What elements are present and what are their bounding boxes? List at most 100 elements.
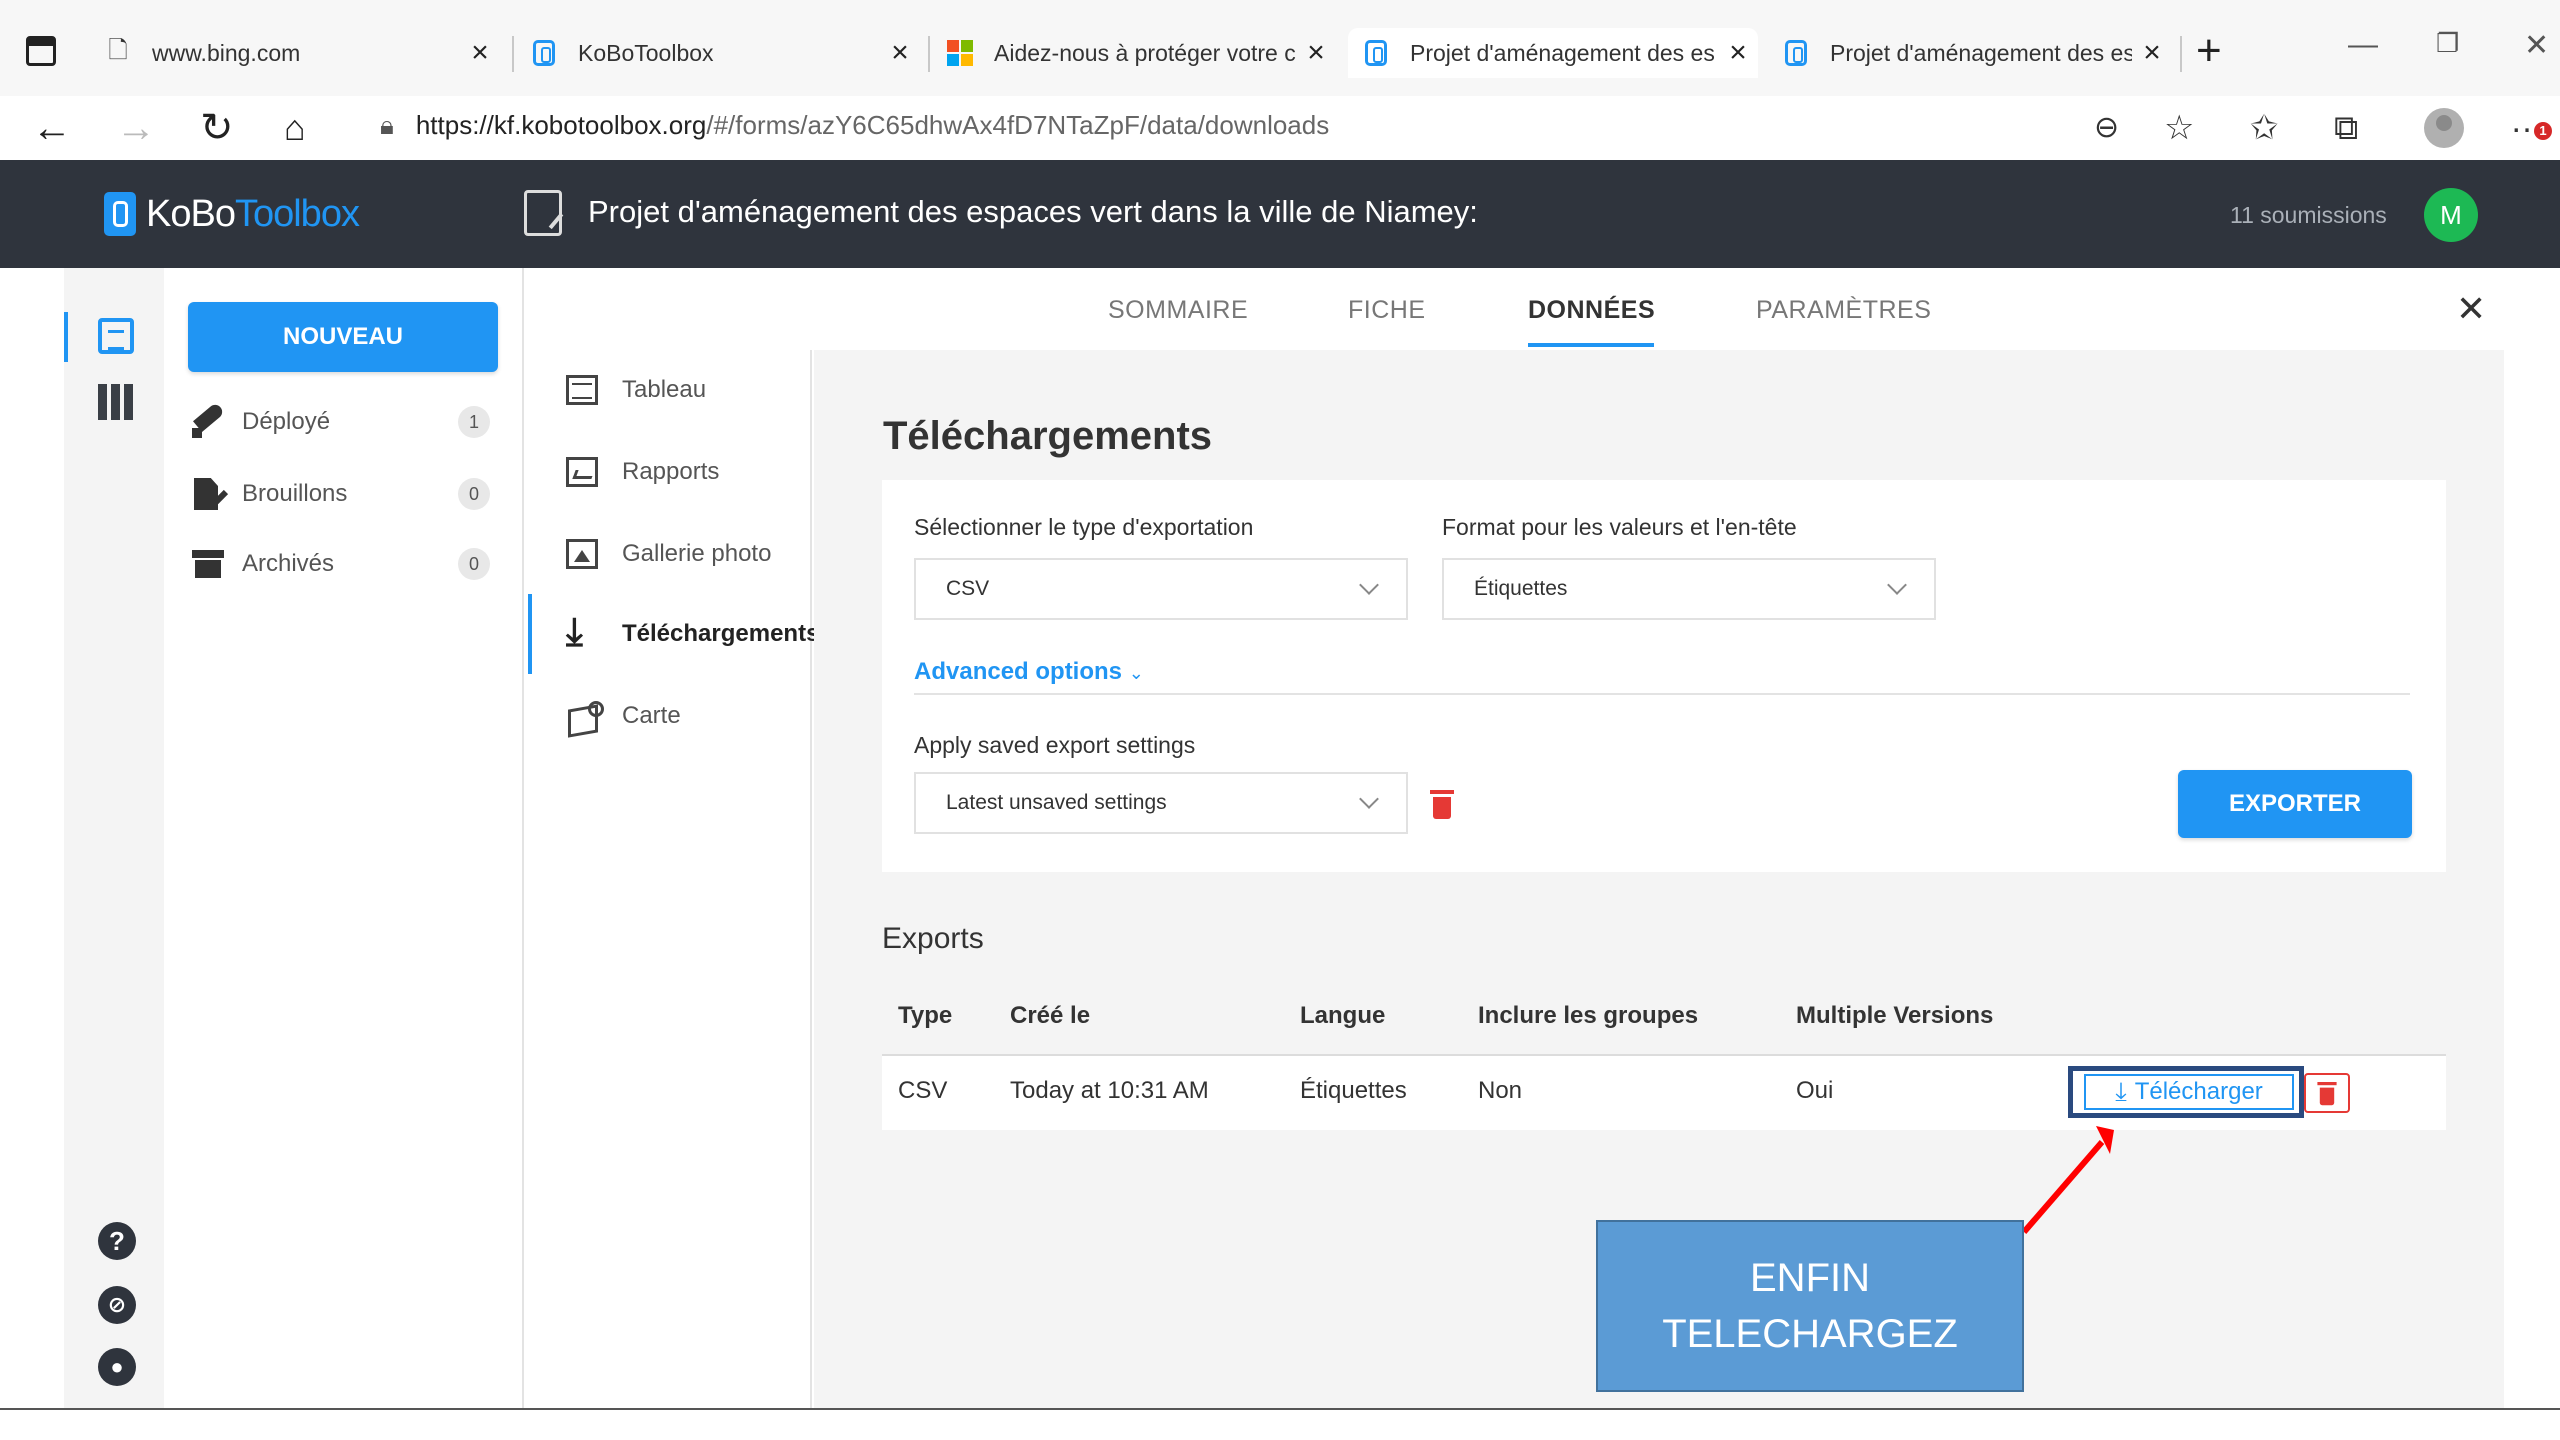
lock-icon: 🔒︎	[380, 110, 394, 140]
submissions-count: 11 soumissions	[2230, 202, 2387, 228]
page-icon: 🗋	[108, 36, 128, 64]
browser-tab-bing[interactable]: 🗋 www.bing.com ×	[104, 28, 500, 78]
report-chart-icon	[566, 457, 598, 487]
subnav-item-map[interactable]: Carte	[566, 696, 681, 736]
trash-icon[interactable]	[1430, 790, 1454, 820]
project-title: Projet d'aménagement des espaces vert da…	[588, 194, 1478, 229]
chevron-down-icon	[1359, 789, 1379, 809]
subnav-item-table[interactable]: Tableau	[566, 370, 706, 410]
select-value: Latest unsaved settings	[946, 791, 1167, 814]
sidebar-item-deployed[interactable]: Déployé 1	[190, 402, 490, 442]
tab-actions-icon[interactable]	[26, 36, 56, 66]
format-label: Format pour les valeurs et l'en-tête	[1442, 514, 1797, 540]
new-project-button[interactable]: NOUVEAU	[188, 302, 498, 372]
refresh-icon[interactable]: ↻	[200, 104, 234, 152]
draft-edit-icon	[190, 476, 226, 512]
browser-tab-microsoft[interactable]: Aidez-nous à protéger votre c ×	[946, 28, 1336, 78]
new-tab-plus-icon[interactable]: +	[2196, 26, 2222, 76]
divider	[914, 693, 2410, 695]
chevron-down-icon	[1887, 575, 1907, 595]
kobotoolbox-logo[interactable]: KoBo Toolbox	[104, 192, 360, 236]
annotation-callout: ENFIN TELECHARGEZ	[1596, 1220, 2024, 1392]
profile-avatar-icon[interactable]	[2424, 108, 2464, 148]
active-tab-underline	[1528, 343, 1654, 347]
select-value: Étiquettes	[1474, 577, 1568, 600]
subnav-item-gallery[interactable]: Gallerie photo	[566, 534, 771, 574]
user-avatar[interactable]: M	[2424, 188, 2478, 242]
column-header-type: Type	[898, 1002, 953, 1029]
close-icon[interactable]: ×	[1718, 36, 1758, 70]
library-icon[interactable]	[98, 384, 134, 420]
close-icon[interactable]: ×	[1296, 36, 1336, 70]
delete-export-button[interactable]	[2304, 1073, 2350, 1113]
tab-separator	[2180, 36, 2182, 72]
advanced-options-link[interactable]: Advanced options ⌄	[914, 658, 1144, 686]
subnav-item-reports[interactable]: Rapports	[566, 452, 719, 492]
column-header-created: Créé le	[1010, 1002, 1091, 1029]
github-icon[interactable]: ●	[98, 1348, 136, 1386]
close-icon[interactable]: ×	[2132, 36, 2172, 70]
export-type-select[interactable]: CSV	[914, 558, 1408, 620]
subnav-item-downloads[interactable]: Téléchargements	[566, 613, 820, 654]
help-icon[interactable]: ?	[98, 1222, 136, 1260]
tab-summary[interactable]: SOMMAIRE	[1108, 296, 1248, 325]
column-header-groups: Inclure les groupes	[1478, 1002, 1699, 1029]
trash-icon	[2317, 1082, 2337, 1106]
cell-created: Today at 10:31 AM	[1010, 1077, 1209, 1104]
add-favorite-star-icon[interactable]: ☆	[2164, 106, 2194, 150]
tab-title: Projet d'aménagement des es	[1830, 39, 2132, 66]
chevron-down-icon	[1359, 575, 1379, 595]
saved-settings-label: Apply saved export settings	[914, 732, 1196, 758]
sidebar-item-drafts[interactable]: Brouillons 0	[190, 474, 490, 514]
tab-separator	[928, 36, 930, 72]
annotation-line1: ENFIN	[1750, 1256, 1870, 1300]
close-icon[interactable]: ✕	[2456, 288, 2486, 330]
download-icon	[566, 613, 598, 651]
restore-icon[interactable]: ❐	[2436, 28, 2459, 59]
arrow-shaft	[2021, 1140, 2105, 1234]
annotation-arrow	[2021, 1126, 2114, 1234]
tab-title: www.bing.com	[152, 39, 301, 66]
home-icon[interactable]: ⌂	[284, 104, 306, 152]
window-close-icon[interactable]: ✕	[2524, 28, 2549, 63]
subnav-item-label: Téléchargements	[622, 620, 820, 647]
browser-tab-project-active[interactable]: Projet d'aménagement des es ×	[1348, 28, 1758, 78]
browser-tab-project[interactable]: Projet d'aménagement des es ×	[1782, 28, 2172, 78]
chevron-down-icon: ⌄	[1128, 663, 1144, 683]
tab-form[interactable]: FICHE	[1348, 296, 1426, 325]
subnav-active-indicator	[528, 594, 532, 674]
column-header-versions: Multiple Versions	[1796, 1002, 1994, 1029]
collections-icon[interactable]: ⧉	[2334, 106, 2358, 150]
sidebar-item-archived[interactable]: Archivés 0	[190, 544, 490, 584]
close-icon[interactable]: ×	[460, 36, 500, 70]
url-path: /#/forms/azY6C65dhwAx4fD7NTaZpF/data/dow…	[706, 110, 1330, 140]
projects-clipboard-icon[interactable]	[98, 318, 134, 354]
zoom-icon[interactable]: ⊖	[2094, 106, 2119, 150]
browser-tab-kobo[interactable]: KoBoToolbox ×	[530, 28, 920, 78]
favorites-icon[interactable]: ✩	[2250, 106, 2279, 150]
advanced-options-label: Advanced options	[914, 658, 1123, 685]
kobo-favicon-icon	[1782, 39, 1810, 67]
back-arrow-icon[interactable]: ←	[32, 104, 72, 152]
url-host: https://kf.kobotoolbox.org	[415, 110, 707, 140]
column-header-language: Langue	[1300, 1002, 1386, 1029]
forward-arrow-icon[interactable]: →	[116, 104, 156, 152]
form-edit-icon	[524, 190, 562, 236]
tab-settings[interactable]: PARAMÈTRES	[1756, 296, 1931, 325]
tab-title: KoBoToolbox	[578, 39, 714, 66]
support-icon[interactable]: ⊘	[98, 1286, 136, 1324]
format-select[interactable]: Étiquettes	[1442, 558, 1936, 620]
notification-badge: 1	[2534, 122, 2552, 140]
download-button[interactable]: ⤓ Télécharger	[2084, 1074, 2294, 1110]
tab-data[interactable]: DONNÉES	[1528, 296, 1655, 325]
archive-box-icon	[190, 546, 226, 582]
download-button-label: Télécharger	[2134, 1078, 2263, 1105]
close-icon[interactable]: ×	[880, 36, 920, 70]
microsoft-logo-icon	[946, 39, 974, 67]
export-button[interactable]: EXPORTER	[2178, 770, 2412, 838]
table-icon	[566, 375, 598, 405]
url-field[interactable]: 🔒︎ https://kf.kobotoolbox.org/#/forms/azY…	[380, 110, 1329, 142]
minimize-icon[interactable]: —	[2348, 28, 2378, 62]
saved-settings-select[interactable]: Latest unsaved settings	[914, 772, 1408, 834]
kobo-logo-icon	[104, 192, 136, 236]
